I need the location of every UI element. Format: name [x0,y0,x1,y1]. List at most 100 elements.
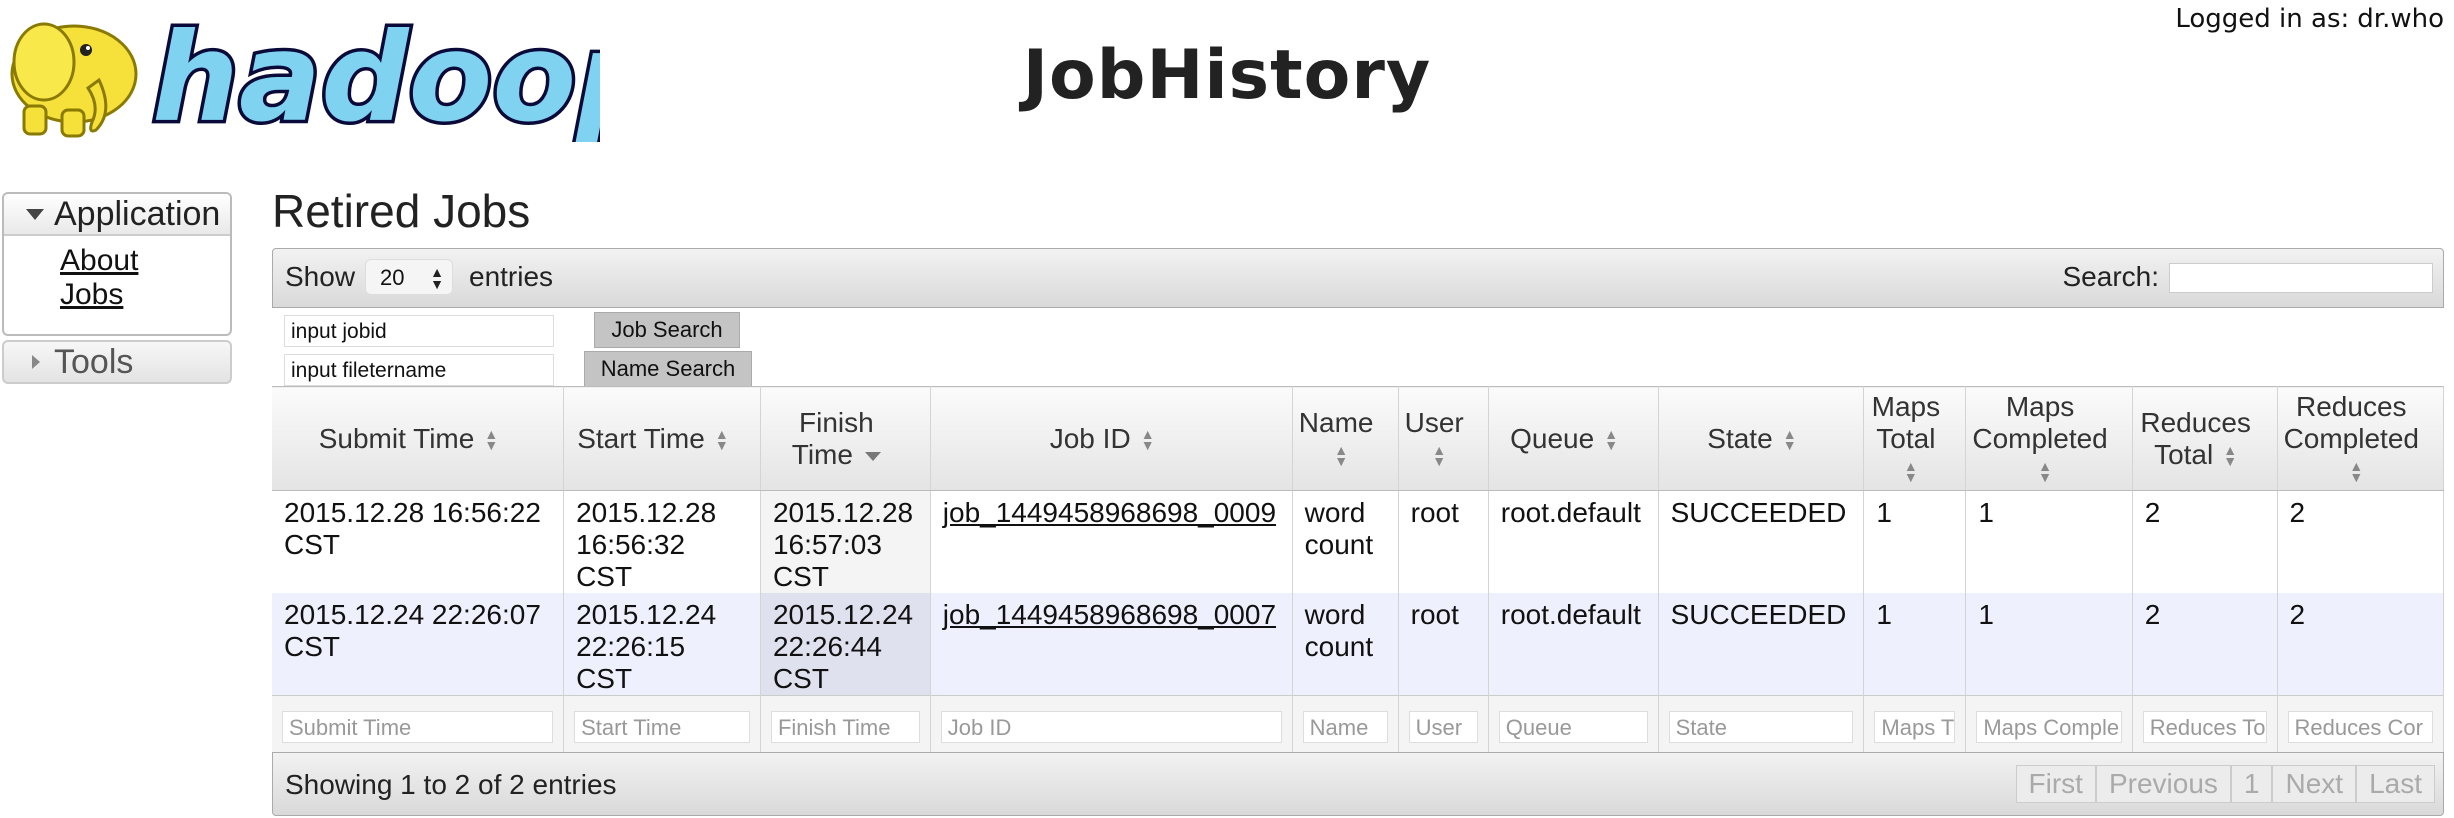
sort-both-icon: ▲ ▼ [484,426,499,454]
entries-select[interactable]: 20 ▲ ▼ [365,259,453,295]
column-filter-row: Submit Time Start Time Finish Time Job I… [272,695,2445,758]
filter-maps-completed[interactable]: Maps Comple [1976,710,2122,743]
col-header-name[interactable]: Name ▲ ▼ [1292,386,1399,491]
cell-job-id: job_1449458968698_0009 [930,490,1293,593]
col-header-maps-total[interactable]: Maps Total ▲ ▼ [1863,386,1967,491]
col-header-job-id[interactable]: Job ID ▲ ▼ [930,386,1293,491]
first-page-button[interactable]: First [2015,765,2096,803]
cell-maps-completed: 1 [1965,593,2133,696]
col-header-maps-completed[interactable]: Maps Completed ▲ ▼ [1965,386,2133,491]
job-search-button[interactable]: Job Search [594,312,740,348]
job-id-link[interactable]: job_1449458968698_0009 [943,497,1276,528]
filter-finish-time[interactable]: Finish Time [770,710,920,743]
cell-name: word count [1292,490,1399,593]
col-header-label: State [1707,422,1773,454]
cell-reduces-total: 2 [2132,593,2278,696]
page-number-button[interactable]: 1 [2230,765,2273,803]
col-header-label: User [1404,406,1464,438]
col-header-user[interactable]: User ▲ ▼ [1398,386,1489,491]
sort-both-icon: ▲ ▼ [714,426,729,454]
page-title: JobHistory [1022,36,1432,115]
filter-name[interactable]: Name [1302,710,1388,743]
col-header-label: Maps Completed [1972,390,2108,454]
filter-start-time[interactable]: Start Time [574,710,750,743]
nav-application-panel: Application About Jobs [2,192,232,336]
filter-reduces-completed[interactable]: Reduces Cor [2287,710,2433,743]
sort-both-icon: ▲ ▼ [2038,458,2052,486]
cell-start-time: 2015.12.24 22:26:15 CST [563,593,761,696]
cell-job-id: job_1449458968698_0007 [930,593,1293,696]
jobid-input[interactable]: input jobid [284,315,554,347]
nav-tools-header[interactable]: Tools [2,340,232,384]
last-page-button[interactable]: Last [2356,765,2435,803]
cell-submit-time: 2015.12.24 22:26:07 CST [272,593,565,696]
cell-reduces-completed: 2 [2277,593,2445,696]
cell-finish-time: 2015.12.28 16:57:03 CST [760,490,931,593]
nav-application-label: Application [54,194,221,233]
col-header-finish-time[interactable]: Finish Time [760,386,931,491]
cell-finish-time: 2015.12.24 22:26:44 CST [760,593,931,696]
col-header-reduces-total[interactable]: Reduces Total ▲ ▼ [2132,386,2278,491]
col-header-label: Maps Total [1871,390,1941,454]
cell-submit-time: 2015.12.28 16:56:22 CST [272,490,565,593]
login-status: Logged in as: dr.who [2167,4,2444,34]
col-header-state[interactable]: State ▲ ▼ [1658,386,1865,491]
col-header-submit-time[interactable]: Submit Time ▲ ▼ [272,386,565,491]
col-header-label: Submit Time [318,422,475,454]
sort-both-icon: ▲ ▼ [1604,426,1619,454]
filter-job-id[interactable]: Job ID [940,710,1282,743]
cell-maps-total: 1 [1863,490,1967,593]
cell-state: SUCCEEDED [1658,490,1865,593]
job-id-link[interactable]: job_1449458968698_0007 [943,599,1276,630]
sort-both-icon: ▲ ▼ [1782,426,1797,454]
col-header-label: Reduces Completed [2283,390,2419,454]
table-row: 2015.12.28 16:56:22 CST 2015.12.28 16:56… [272,490,2445,593]
sort-both-icon: ▲ ▼ [1334,442,1349,470]
previous-page-button[interactable]: Previous [2095,765,2231,803]
col-header-label: Name [1298,406,1374,438]
cell-user: root [1398,490,1489,593]
col-header-queue[interactable]: Queue ▲ ▼ [1488,386,1659,491]
table-row: 2015.12.24 22:26:07 CST 2015.12.24 22:26… [272,593,2445,696]
entries-select-value: 20 [380,265,405,290]
pagination: First Previous 1 Next Last [2015,765,2435,803]
filter-queue[interactable]: Queue [1498,710,1648,743]
cell-queue: root.default [1488,490,1659,593]
table-toolbar: Show 20 ▲ ▼ entries Search: [272,248,2444,308]
cell-maps-completed: 1 [1965,490,2133,593]
expanded-triangle-icon [26,208,44,220]
search-input[interactable] [2169,263,2433,293]
cell-name: word count [1292,593,1399,696]
show-label: Show [285,261,356,292]
search-label: Search: [2062,261,2160,292]
filter-submit-time[interactable]: Submit Time [282,710,554,743]
sort-both-icon: ▲ ▼ [1903,458,1918,486]
nav-link-about[interactable]: About [60,244,230,278]
sort-both-icon: ▲ ▼ [1432,442,1447,470]
jobs-table: Submit Time ▲ ▼ Start Time ▲ ▼ Finish Time J… [272,386,2445,758]
table-info: Showing 1 to 2 of 2 entries [285,769,617,800]
cell-reduces-total: 2 [2132,490,2278,593]
sort-both-icon: ▲ ▼ [1140,426,1155,454]
collapsed-triangle-icon [32,355,40,369]
nav-application-header[interactable]: Application [4,194,230,236]
nav-link-jobs[interactable]: Jobs [60,278,230,312]
cell-start-time: 2015.12.28 16:56:32 CST [563,490,761,593]
cell-reduces-completed: 2 [2277,490,2445,593]
filename-input[interactable]: input fileternаme [284,354,554,386]
name-search-button[interactable]: Name Search [584,351,752,387]
filter-user[interactable]: User [1408,710,1478,743]
col-header-start-time[interactable]: Start Time ▲ ▼ [563,386,761,491]
page-header: hadoop JobHistory Logged in as:dr.who [0,0,2454,175]
section-title: Retired Jobs [272,185,531,237]
filter-state[interactable]: State [1668,710,1854,743]
next-page-button[interactable]: Next [2272,765,2357,803]
nav-tools-label: Tools [54,342,134,381]
select-arrows-icon: ▲ ▼ [430,264,444,292]
sort-both-icon: ▲ ▼ [2223,442,2238,470]
sort-both-icon: ▲ ▼ [2349,458,2364,486]
col-header-reduces-completed[interactable]: Reduces Completed ▲ ▼ [2277,386,2445,491]
col-header-label: Start Time [577,422,705,454]
filter-reduces-total[interactable]: Reduces To [2142,710,2267,743]
filter-maps-total[interactable]: Maps T [1874,710,1956,743]
